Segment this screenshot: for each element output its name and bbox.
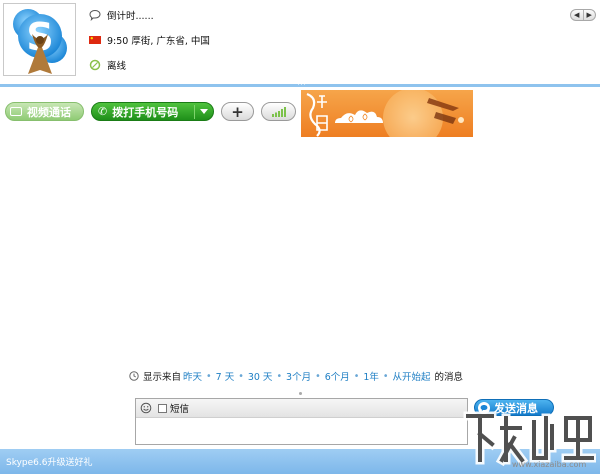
call-phone-button[interactable]: ✆ 拨打手机号码 (91, 102, 214, 121)
call-quality-button[interactable] (261, 102, 296, 121)
history-link-yesterday[interactable]: 昨天 (183, 369, 202, 383)
history-separator: • (382, 370, 389, 382)
location-text: 9:50 厚街, 广东省, 中国 (107, 36, 210, 47)
signal-bars-icon (271, 107, 286, 117)
history-prefix: 显示来自 (143, 372, 182, 383)
prev-arrow-icon[interactable]: ◀ (571, 10, 583, 20)
china-flag-icon (89, 36, 101, 44)
history-link-1-year[interactable]: 1年 (363, 369, 379, 383)
mid-autumn-banner-image (301, 90, 473, 137)
speech-bubble-icon (89, 9, 101, 21)
watermark-url: www.xiazaiba.com (512, 460, 587, 469)
phone-icon: ✆ (98, 105, 108, 118)
history-link-6-months[interactable]: 6个月 (325, 369, 350, 383)
contact-nav-arrows: ◀ ▶ (570, 9, 596, 21)
compose-toolbar: 短信 (136, 399, 467, 418)
history-separator: • (238, 370, 244, 382)
history-separator: • (206, 370, 212, 382)
message-input[interactable] (136, 418, 467, 444)
history-separator: • (276, 370, 283, 382)
add-people-button[interactable]: + (221, 102, 254, 121)
status-text: 离线 (107, 61, 127, 72)
location-row: 9:50 厚街, 广东省, 中国 (89, 33, 210, 47)
history-separator: • (353, 370, 360, 382)
status-row: 离线 (89, 58, 126, 72)
history-link-3-months[interactable]: 3个月 (286, 369, 311, 383)
history-link-7-days[interactable]: 7 天 (216, 369, 235, 383)
history-separator: • (315, 370, 321, 382)
compose-box: 短信 (135, 398, 468, 445)
contact-header: S 倒计时...... 9:50 厚街, 广东省, 中国 离线 ◀ ▶ (0, 0, 600, 84)
footer-promo-link[interactable]: Skype6.6升级送好礼 (6, 455, 93, 468)
call-toolbar: 视频通话 ✆ 拨打手机号码 + (0, 87, 600, 137)
message-history-bar: 显示来自 昨天 • 7 天 • 30 天 • 3个月 • 6个月 • 1年 • … (129, 369, 463, 383)
compose-resize-handle[interactable] (299, 392, 302, 395)
history-link-from-start[interactable]: 从开始起 (393, 369, 431, 383)
offline-status-icon (89, 59, 101, 71)
video-call-button[interactable]: 视频通话 (5, 102, 84, 121)
next-arrow-icon[interactable]: ▶ (582, 10, 596, 20)
sms-label: 短信 (170, 404, 190, 415)
mid-autumn-banner-ad[interactable] (301, 90, 473, 137)
history-suffix: 的消息 (434, 372, 464, 383)
mood-text: 倒计时...... (107, 11, 154, 22)
call-dropdown-caret-icon[interactable] (200, 109, 208, 114)
video-call-label: 视频通话 (27, 105, 71, 119)
emoticon-icon[interactable] (140, 402, 152, 414)
call-button-divider (194, 105, 195, 119)
video-camera-icon (10, 107, 22, 116)
plus-icon: + (231, 102, 244, 121)
clock-icon (129, 371, 139, 381)
mood-row: 倒计时...... (89, 8, 154, 22)
history-link-30-days[interactable]: 30 天 (248, 369, 273, 383)
sms-checkbox[interactable] (158, 403, 167, 413)
skype-logo-avatar-icon: S (4, 4, 75, 75)
call-phone-label: 拨打手机号码 (112, 105, 179, 119)
contact-avatar[interactable]: S (3, 3, 76, 76)
